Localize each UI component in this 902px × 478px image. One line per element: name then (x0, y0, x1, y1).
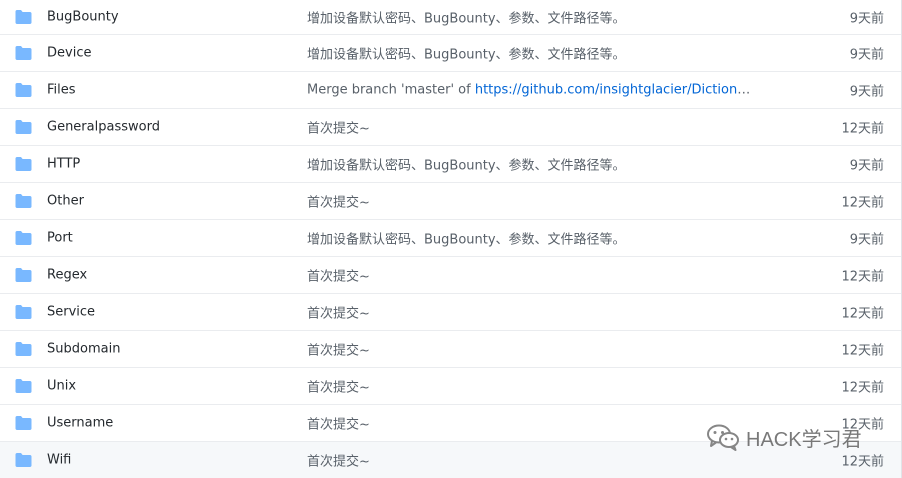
file-name[interactable]: BugBounty (47, 10, 119, 25)
file-row-device[interactable]: Device 增加设备默认密码、BugBounty、参数、文件路径等。 9天前 (0, 35, 901, 72)
commit-message[interactable]: 首次提交~ (307, 451, 370, 470)
file-row-regex[interactable]: Regex 首次提交~ 12天前 (0, 257, 901, 294)
file-row-unix[interactable]: Unix 首次提交~ 12天前 (0, 368, 901, 405)
folder-icon (15, 120, 32, 134)
folder-icon (15, 46, 32, 60)
commit-age: 9天前 (849, 47, 884, 63)
file-row-port[interactable]: Port 增加设备默认密码、BugBounty、参数、文件路径等。 9天前 (0, 220, 901, 257)
folder-icon (15, 194, 32, 208)
commit-age: 12天前 (841, 343, 884, 359)
file-row-username[interactable]: Username 首次提交~ 12天前 (0, 405, 901, 442)
folder-icon (15, 416, 32, 430)
file-name[interactable]: Port (47, 231, 73, 246)
commit-message[interactable]: 首次提交~ (307, 340, 370, 359)
folder-icon (15, 157, 32, 171)
file-row-subdomain[interactable]: Subdomain 首次提交~ 12天前 (0, 331, 901, 368)
file-name[interactable]: Username (47, 416, 113, 431)
commit-message[interactable]: 首次提交~ (307, 377, 370, 396)
commit-message[interactable]: 增加设备默认密码、BugBounty、参数、文件路径等。 (307, 155, 626, 174)
commit-message[interactable]: 增加设备默认密码、BugBounty、参数、文件路径等。 (307, 44, 626, 63)
folder-icon (15, 342, 32, 356)
file-name[interactable]: Generalpassword (47, 120, 160, 135)
folder-icon (15, 231, 32, 245)
commit-message[interactable]: Merge branch 'master' of https://github.… (307, 83, 752, 98)
file-row-other[interactable]: Other 首次提交~ 12天前 (0, 183, 901, 220)
commit-age: 12天前 (841, 380, 884, 396)
commit-age: 12天前 (841, 454, 884, 470)
commit-age: 9天前 (849, 11, 884, 27)
folder-icon (15, 379, 32, 393)
file-list: BugBounty 增加设备默认密码、BugBounty、参数、文件路径等。 9… (0, 0, 902, 478)
file-name[interactable]: Files (47, 83, 76, 98)
file-name[interactable]: HTTP (47, 157, 80, 172)
file-name[interactable]: Wifi (47, 453, 71, 468)
commit-age: 12天前 (841, 269, 884, 285)
commit-message[interactable]: 首次提交~ (307, 192, 370, 211)
commit-age: 12天前 (841, 417, 884, 433)
file-row-wifi[interactable]: Wifi 首次提交~ 12天前 (0, 442, 901, 478)
file-name[interactable]: Unix (47, 379, 76, 394)
file-name[interactable]: Subdomain (47, 342, 120, 357)
commit-age: 12天前 (841, 121, 884, 137)
file-row-files[interactable]: Files Merge branch 'master' of https://g… (0, 72, 901, 109)
commit-message[interactable]: 首次提交~ (307, 414, 370, 433)
commit-age: 12天前 (841, 306, 884, 322)
file-row-generalpassword[interactable]: Generalpassword 首次提交~ 12天前 (0, 109, 901, 146)
commit-age: 9天前 (849, 158, 884, 174)
file-name[interactable]: Regex (47, 268, 87, 283)
file-name[interactable]: Other (47, 194, 84, 209)
commit-message[interactable]: 首次提交~ (307, 266, 370, 285)
file-row-service[interactable]: Service 首次提交~ 12天前 (0, 294, 901, 331)
commit-message[interactable]: 增加设备默认密码、BugBounty、参数、文件路径等。 (307, 229, 626, 248)
commit-age: 12天前 (841, 195, 884, 211)
file-row-http[interactable]: HTTP 增加设备默认密码、BugBounty、参数、文件路径等。 9天前 (0, 146, 901, 183)
commit-age: 9天前 (849, 232, 884, 248)
file-name[interactable]: Device (47, 46, 91, 61)
file-row-bugbounty[interactable]: BugBounty 增加设备默认密码、BugBounty、参数、文件路径等。 9… (0, 0, 901, 35)
commit-age: 9天前 (849, 84, 884, 100)
commit-message-text: Merge branch 'master' of (307, 82, 475, 98)
folder-icon (15, 10, 32, 24)
folder-icon (15, 305, 32, 319)
folder-icon (15, 453, 32, 467)
folder-icon (15, 268, 32, 282)
commit-message[interactable]: 首次提交~ (307, 118, 370, 137)
file-name[interactable]: Service (47, 305, 95, 320)
commit-message-link[interactable]: https://github.com/insightglacier/Dictio… (475, 83, 752, 98)
commit-message[interactable]: 增加设备默认密码、BugBounty、参数、文件路径等。 (307, 8, 626, 27)
folder-icon (15, 83, 32, 97)
commit-message[interactable]: 首次提交~ (307, 303, 370, 322)
